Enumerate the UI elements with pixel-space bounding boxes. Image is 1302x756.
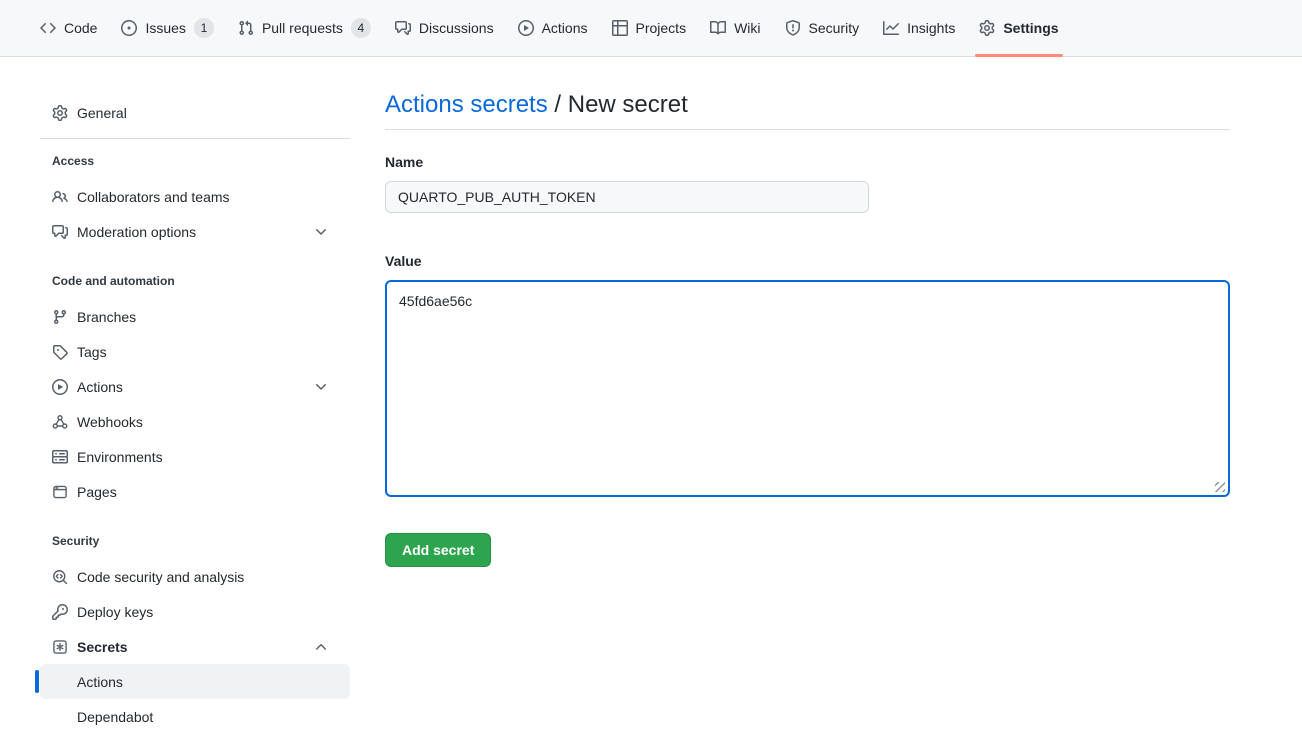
sidebar-section: General bbox=[32, 95, 358, 130]
browser-icon bbox=[52, 484, 68, 500]
book-icon bbox=[710, 20, 726, 36]
actions-secrets-breadcrumb-link[interactable]: Actions secrets bbox=[385, 91, 548, 118]
sidebar-item-moderation-options[interactable]: Moderation options bbox=[40, 214, 350, 249]
sidebar-item-environments[interactable]: Environments bbox=[40, 439, 350, 474]
key-asterisk-icon bbox=[52, 639, 68, 655]
codescan-icon bbox=[52, 569, 68, 585]
tab-actions[interactable]: Actions bbox=[510, 0, 596, 56]
sidebar-item-label: Moderation options bbox=[77, 224, 196, 240]
add-secret-button[interactable]: Add secret bbox=[385, 533, 491, 567]
value-label: Value bbox=[385, 251, 1230, 272]
tab-label: Actions bbox=[542, 20, 588, 36]
sidebar-item-dependabot[interactable]: Dependabot bbox=[40, 699, 350, 734]
sidebar-item-label: General bbox=[77, 105, 127, 121]
play-icon bbox=[52, 379, 68, 395]
repo-nav: Code Issues 1 Pull requests 4 Discussions Acti… bbox=[0, 0, 1302, 57]
chevron-up-icon bbox=[313, 639, 329, 655]
gear-icon bbox=[979, 20, 995, 36]
settings-sidebar: General Access Collaborators and teams Mode… bbox=[32, 81, 358, 756]
shield-icon bbox=[785, 20, 801, 36]
chevron-down-icon bbox=[313, 379, 329, 395]
sidebar-section-code-and-automation: Code and automation Branches Tags Actions We… bbox=[32, 271, 358, 509]
value-textarea-wrap: 45fd6ae56c bbox=[385, 280, 1230, 497]
sidebar-item-deploy-keys[interactable]: Deploy keys bbox=[40, 594, 350, 629]
sidebar-item-label: Branches bbox=[77, 309, 136, 325]
sidebar-item-label: Environments bbox=[77, 449, 163, 465]
tab-label: Wiki bbox=[734, 20, 760, 36]
tab-projects[interactable]: Projects bbox=[604, 0, 695, 56]
sidebar-section-access: Access Collaborators and teams Moderation … bbox=[32, 151, 358, 249]
tab-settings[interactable]: Settings bbox=[971, 0, 1066, 56]
counter-badge: 1 bbox=[194, 18, 214, 38]
git-pull-request-icon bbox=[238, 20, 254, 36]
sidebar-item-collaborators-and-teams[interactable]: Collaborators and teams bbox=[40, 179, 350, 214]
sidebar-item-secrets[interactable]: Secrets bbox=[40, 629, 350, 664]
tag-icon bbox=[52, 344, 68, 360]
sidebar-item-general[interactable]: General bbox=[40, 95, 350, 130]
tab-code[interactable]: Code bbox=[32, 0, 105, 56]
sidebar-item-label: Actions bbox=[77, 674, 123, 690]
breadcrumb-current: New secret bbox=[568, 91, 688, 118]
tab-label: Discussions bbox=[419, 20, 494, 36]
sidebar-item-branches[interactable]: Branches bbox=[40, 299, 350, 334]
tab-label: Projects bbox=[636, 20, 687, 36]
page-title: Actions secrets / New secret bbox=[385, 89, 1230, 130]
tab-wiki[interactable]: Wiki bbox=[702, 0, 768, 56]
sidebar-item-label: Secrets bbox=[77, 639, 128, 655]
tab-issues[interactable]: Issues 1 bbox=[113, 0, 221, 56]
sidebar-item-label: Webhooks bbox=[77, 414, 143, 430]
sidebar-item-webhooks[interactable]: Webhooks bbox=[40, 404, 350, 439]
sidebar-section-header: Security bbox=[40, 531, 350, 551]
sidebar-item-label: Collaborators and teams bbox=[77, 189, 230, 205]
tab-security[interactable]: Security bbox=[777, 0, 868, 56]
sidebar-item-label: Deploy keys bbox=[77, 604, 153, 620]
sidebar-item-label: Pages bbox=[77, 484, 117, 500]
tab-insights[interactable]: Insights bbox=[875, 0, 963, 56]
issue-opened-icon bbox=[121, 20, 137, 36]
name-label: Name bbox=[385, 152, 1230, 173]
tab-label: Insights bbox=[907, 20, 955, 36]
tab-label: Pull requests bbox=[262, 20, 343, 36]
tab-label: Security bbox=[809, 20, 860, 36]
webhook-icon bbox=[52, 414, 68, 430]
sidebar-section-header: Access bbox=[40, 151, 350, 171]
sidebar-divider bbox=[40, 138, 350, 139]
sidebar-item-label: Dependabot bbox=[77, 709, 153, 725]
main-content: Actions secrets / New secret Name Value … bbox=[385, 81, 1230, 567]
server-icon bbox=[52, 449, 68, 465]
graph-icon bbox=[883, 20, 899, 36]
comment-discussion-icon bbox=[52, 224, 68, 240]
people-icon bbox=[52, 189, 68, 205]
breadcrumb-separator: / bbox=[548, 91, 568, 118]
sidebar-item-label: Tags bbox=[77, 344, 107, 360]
tab-label: Settings bbox=[1003, 20, 1058, 36]
tab-pull-requests[interactable]: Pull requests 4 bbox=[230, 0, 379, 56]
chevron-down-icon bbox=[313, 224, 329, 240]
gear-icon bbox=[52, 105, 68, 121]
sidebar-item-actions[interactable]: Actions bbox=[40, 369, 350, 404]
sidebar-section-security: Security Code security and analysis Deploy… bbox=[32, 531, 358, 734]
table-icon bbox=[612, 20, 628, 36]
comment-discussion-icon bbox=[395, 20, 411, 36]
secret-value-textarea[interactable]: 45fd6ae56c bbox=[385, 280, 1230, 497]
tab-label: Issues bbox=[145, 20, 185, 36]
counter-badge: 4 bbox=[351, 18, 371, 38]
key-icon bbox=[52, 604, 68, 620]
sidebar-item-actions[interactable]: Actions bbox=[40, 664, 350, 699]
sidebar-section-header: Code and automation bbox=[40, 271, 350, 291]
tab-discussions[interactable]: Discussions bbox=[387, 0, 502, 56]
tab-label: Code bbox=[64, 20, 97, 36]
sidebar-item-label: Actions bbox=[77, 379, 123, 395]
git-branch-icon bbox=[52, 309, 68, 325]
sidebar-item-pages[interactable]: Pages bbox=[40, 474, 350, 509]
page-layout: General Access Collaborators and teams Mode… bbox=[0, 57, 1302, 756]
play-icon bbox=[518, 20, 534, 36]
code-icon bbox=[40, 20, 56, 36]
sidebar-item-label: Code security and analysis bbox=[77, 569, 244, 585]
secret-name-input[interactable] bbox=[385, 181, 869, 213]
sidebar-item-tags[interactable]: Tags bbox=[40, 334, 350, 369]
sidebar-item-code-security-and-analysis[interactable]: Code security and analysis bbox=[40, 559, 350, 594]
